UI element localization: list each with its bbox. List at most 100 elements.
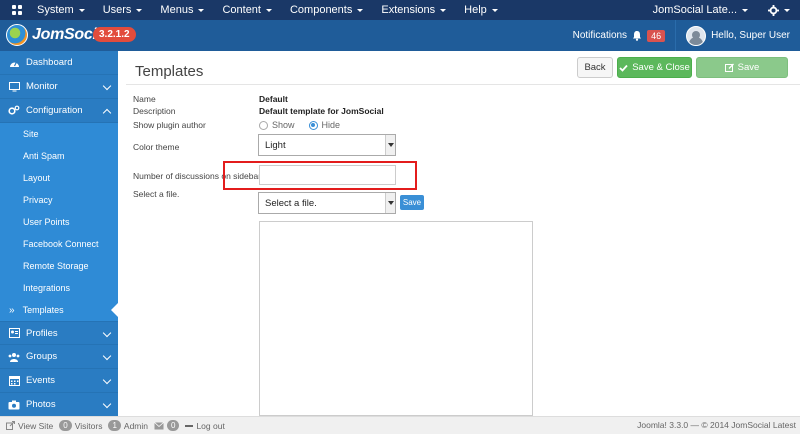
cogs-icon bbox=[8, 105, 20, 117]
settings-menu[interactable] bbox=[758, 4, 800, 16]
logout-link[interactable]: Log out bbox=[185, 421, 225, 431]
sidebar-item-events[interactable]: Events bbox=[0, 369, 118, 393]
sidebar-item-groups[interactable]: Groups bbox=[0, 345, 118, 369]
menu-users[interactable]: Users bbox=[94, 4, 152, 16]
dashboard-icon bbox=[8, 57, 20, 69]
toolbar: Back Save & Close Save bbox=[577, 57, 788, 78]
chevron-down-icon bbox=[102, 351, 112, 361]
version-badge: 3.2.1.2 bbox=[93, 27, 136, 42]
visitors-count-badge: 0 bbox=[59, 420, 72, 431]
user-menu[interactable]: Hello, Super User bbox=[675, 20, 800, 51]
save-button[interactable]: Save bbox=[696, 57, 788, 78]
sidebar-item-facebook-connect[interactable]: Facebook Connect bbox=[0, 233, 118, 255]
groups-icon bbox=[8, 351, 20, 363]
title-divider bbox=[126, 84, 800, 85]
notifications-label: Notifications bbox=[572, 30, 628, 41]
visitors-status: 0 Visitors bbox=[59, 420, 102, 431]
menu-help[interactable]: Help bbox=[455, 4, 507, 16]
view-site-link[interactable]: View Site bbox=[6, 421, 53, 431]
active-indicator-icon: » bbox=[9, 304, 15, 316]
radio-checked-icon bbox=[308, 120, 318, 130]
sidebar: Dashboard Monitor Configuration Site Ant… bbox=[0, 51, 118, 416]
messages-count-badge: 0 bbox=[167, 420, 180, 431]
sidebar-item-configuration[interactable]: Configuration bbox=[0, 99, 118, 123]
description-label: Description bbox=[133, 106, 176, 116]
sidebar-item-site[interactable]: Site bbox=[0, 123, 118, 145]
caret-down-icon bbox=[198, 8, 205, 12]
main-content: Templates Back Save & Close Save Name De… bbox=[118, 51, 800, 416]
admin-top-menu: System Users Menus Content Components Ex… bbox=[0, 0, 800, 20]
chevron-down-icon bbox=[102, 399, 112, 409]
sidebar-item-label: Profiles bbox=[26, 327, 58, 339]
plugin-author-label: Show plugin author bbox=[133, 120, 206, 130]
joomla-logo-icon[interactable] bbox=[6, 0, 28, 20]
camera-icon bbox=[8, 399, 20, 411]
back-button[interactable]: Back bbox=[577, 57, 613, 78]
menu-menus[interactable]: Menus bbox=[151, 4, 213, 16]
show-radio[interactable]: Show bbox=[259, 120, 295, 130]
caret-down-icon bbox=[491, 8, 498, 12]
user-greeting: Hello, Super User bbox=[711, 30, 790, 41]
menu-system[interactable]: System bbox=[28, 4, 94, 16]
notifications-button[interactable]: Notifications 46 bbox=[563, 20, 675, 51]
sidebar-item-label: Photos bbox=[26, 399, 56, 410]
admin-count-badge: 1 bbox=[108, 420, 121, 431]
external-link-icon bbox=[6, 421, 15, 430]
chevron-down-icon bbox=[102, 375, 112, 385]
bell-icon bbox=[633, 31, 642, 41]
sidebar-item-label: Groups bbox=[26, 351, 58, 362]
name-label: Name bbox=[133, 94, 156, 104]
caret-down-icon bbox=[265, 8, 272, 12]
site-name-menu[interactable]: JomSocial Late... bbox=[643, 4, 758, 16]
menu-extensions[interactable]: Extensions bbox=[372, 4, 455, 16]
save-close-button[interactable]: Save & Close bbox=[617, 57, 692, 78]
sidebar-item-label: Configuration bbox=[26, 105, 83, 116]
admin-status: 1 Admin bbox=[108, 420, 148, 431]
caret-down-icon bbox=[742, 8, 748, 12]
color-theme-select[interactable]: Light bbox=[258, 134, 396, 156]
caret-down-icon bbox=[78, 8, 85, 12]
sidebar-item-anti-spam[interactable]: Anti Spam bbox=[0, 145, 118, 167]
highlight-box bbox=[223, 161, 417, 190]
sidebar-item-dashboard[interactable]: Dashboard bbox=[0, 51, 118, 75]
menu-components[interactable]: Components bbox=[281, 4, 372, 16]
sidebar-item-integrations[interactable]: Integrations bbox=[0, 277, 118, 299]
caret-down-icon bbox=[136, 8, 143, 12]
file-select[interactable]: Select a file. bbox=[258, 192, 396, 214]
file-save-button[interactable]: Save bbox=[400, 195, 424, 210]
description-value: Default template for JomSocial bbox=[259, 106, 384, 116]
sidebar-item-profiles[interactable]: Profiles bbox=[0, 321, 118, 345]
envelope-icon bbox=[154, 421, 164, 429]
copyright-text: Joomla! 3.3.0 — © 2014 JomSocial Latest bbox=[637, 420, 796, 430]
sidebar-item-privacy[interactable]: Privacy bbox=[0, 189, 118, 211]
plugin-author-radio-group: Show Hide bbox=[259, 120, 340, 130]
notifications-count-badge: 46 bbox=[647, 29, 666, 42]
sidebar-item-label: Dashboard bbox=[26, 57, 73, 68]
gear-icon bbox=[768, 4, 779, 16]
template-editor-textarea[interactable] bbox=[259, 221, 533, 416]
brand-header: JomSocial 3.2.1.2 Notifications 46 Hello… bbox=[0, 20, 800, 51]
sidebar-item-monitor[interactable]: Monitor bbox=[0, 75, 118, 99]
dropdown-arrow-icon bbox=[385, 193, 395, 213]
minus-icon bbox=[185, 424, 194, 427]
sidebar-item-layout[interactable]: Layout bbox=[0, 167, 118, 189]
menu-content[interactable]: Content bbox=[213, 4, 281, 16]
profile-icon bbox=[8, 327, 20, 339]
status-footer: View Site 0 Visitors 1 Admin 0 Log out J… bbox=[0, 416, 800, 434]
sidebar-item-label: Events bbox=[26, 375, 56, 386]
radio-unchecked-icon bbox=[259, 120, 268, 130]
sidebar-item-remote-storage[interactable]: Remote Storage bbox=[0, 255, 118, 277]
chevron-down-icon bbox=[102, 328, 112, 338]
messages-status[interactable]: 0 bbox=[154, 420, 180, 431]
name-value: Default bbox=[259, 94, 288, 104]
dropdown-arrow-icon bbox=[385, 135, 395, 155]
chevron-up-icon bbox=[102, 108, 112, 118]
monitor-icon bbox=[8, 81, 20, 93]
jomsocial-logo-icon bbox=[6, 24, 28, 46]
select-file-label: Select a file. bbox=[133, 189, 180, 199]
hide-radio[interactable]: Hide bbox=[308, 120, 340, 130]
sidebar-item-user-points[interactable]: User Points bbox=[0, 211, 118, 233]
sidebar-item-photos[interactable]: Photos bbox=[0, 393, 118, 416]
caret-down-icon bbox=[357, 8, 364, 12]
sidebar-item-templates[interactable]: » Templates bbox=[0, 299, 118, 321]
